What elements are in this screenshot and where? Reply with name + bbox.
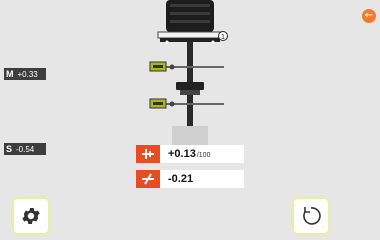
pump-base [172,126,208,146]
reset-button[interactable] [292,197,330,235]
label-s-key: S [6,144,13,154]
svg-text:1: 1 [221,34,225,41]
offset-unit: /100 [196,151,211,159]
readout-offset: +0.13 /100 [136,145,244,163]
close-button[interactable]: ← [362,9,376,23]
offset-icon [136,145,160,163]
readout-angle: -0.21 [136,170,244,188]
label-s-value: -0.54 [16,144,35,154]
settings-button[interactable] [12,197,50,235]
coupling [176,82,204,90]
label-s: S -0.54 [4,143,46,155]
label-m-key: M [6,69,14,79]
alignment-screen: 1 ← M +0.33 S -0.54 +0.13 /100 -0.21 [0,0,380,240]
rotate-icon [303,207,321,225]
angle-value: -0.21 [168,173,194,185]
angle-icon [136,170,160,188]
gear-icon [22,208,40,224]
motor-flange [157,31,223,39]
label-m-value: +0.33 [17,69,38,79]
offset-value: +0.13 [168,148,196,160]
label-m: M +0.33 [4,68,46,80]
arrow-left-icon: ← [364,10,374,21]
